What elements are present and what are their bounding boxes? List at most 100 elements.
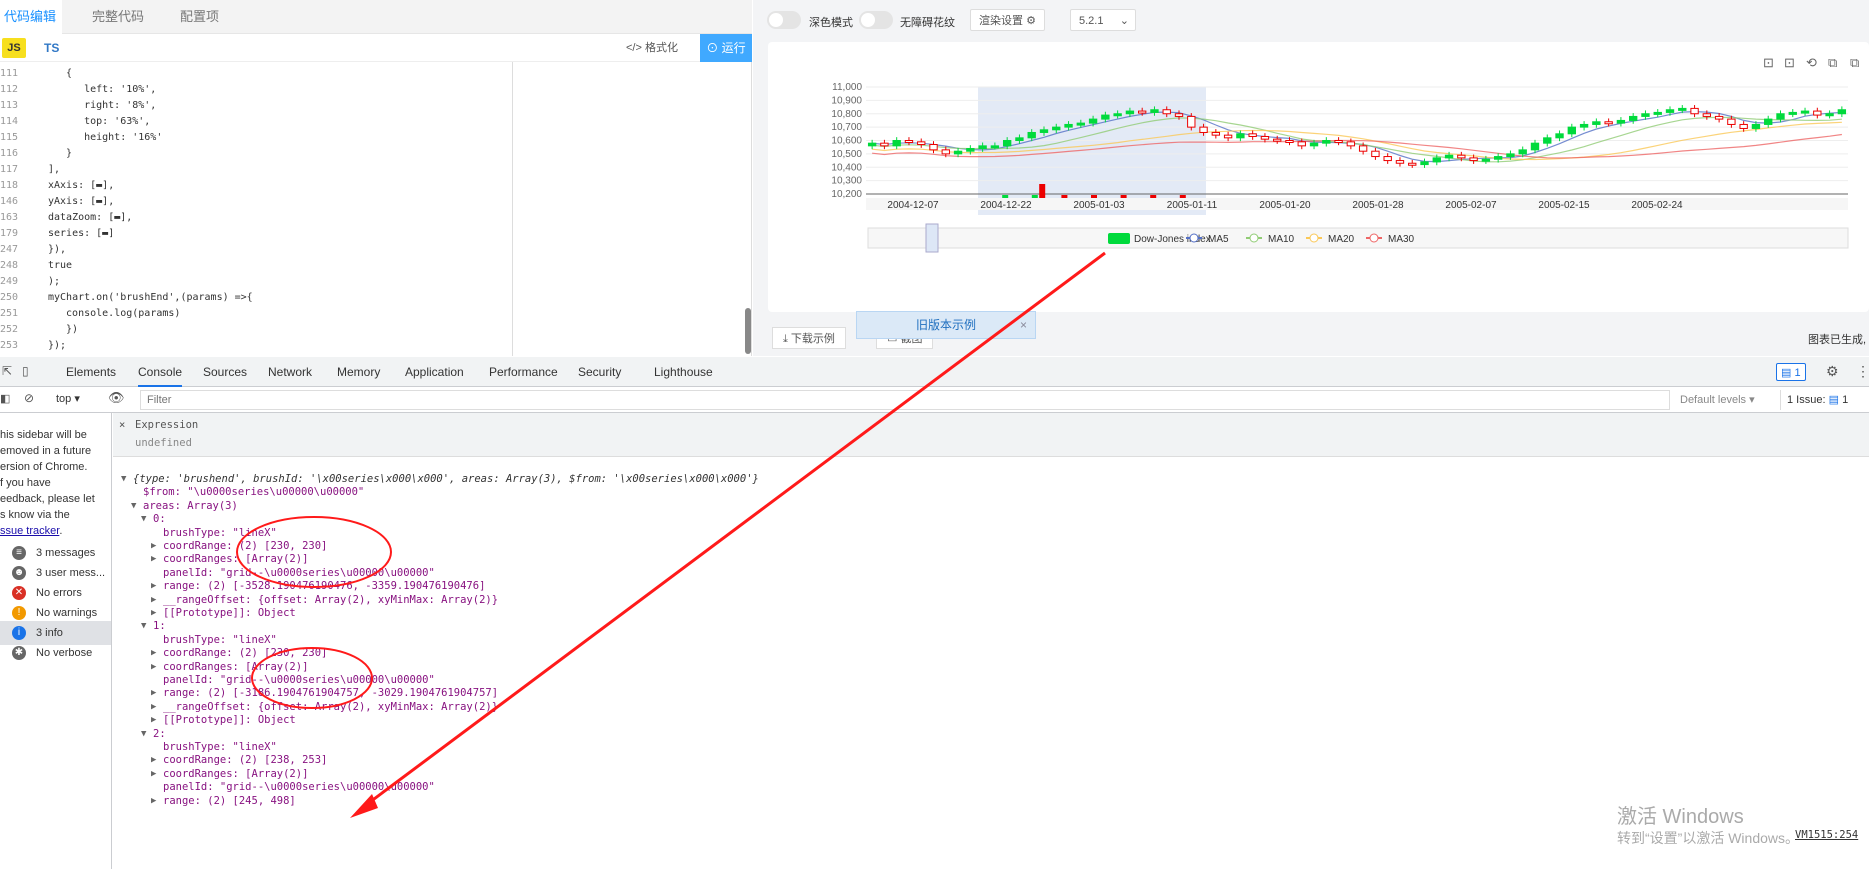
device-icon[interactable]: ▯ <box>22 364 29 378</box>
info-icon: i <box>12 626 26 640</box>
code-line: 114 top: '63%', <box>0 114 512 130</box>
expand-arrow-icon[interactable]: ▶ <box>151 595 156 605</box>
expand-arrow-icon[interactable]: ▼ <box>141 729 146 739</box>
expression-label[interactable]: Expression <box>135 419 198 431</box>
console-line: coordRange: (2) [230, 230] <box>163 647 328 660</box>
expand-arrow-icon[interactable]: ▼ <box>121 474 126 484</box>
expand-arrow-icon[interactable]: ▶ <box>151 769 156 779</box>
zoom-reset-icon[interactable]: ⊡ <box>1784 55 1795 71</box>
legend-label: MA5 <box>1208 234 1229 245</box>
legend-label: Dow-Jones index <box>1134 234 1211 245</box>
issue-tracker-link[interactable]: ssue tracker <box>0 525 59 537</box>
format-button[interactable]: </> 格式化 <box>626 38 678 58</box>
version-select[interactable]: 5.2.1 ⌄ <box>1070 9 1136 31</box>
console-line: panelId: "grid--\u0000series\u00000\u000… <box>163 674 435 686</box>
candle-body <box>1825 113 1834 117</box>
render-settings-label: 渲染设置 <box>979 15 1023 27</box>
tab-full-code[interactable]: 完整代码 <box>92 0 144 34</box>
source-link[interactable]: VM1515:254 <box>1795 829 1858 841</box>
line-text: { <box>54 68 73 79</box>
chart-container[interactable]: 11,000 10,900 10,800 10,700 10,600 10,500 10,4… <box>768 42 1869 312</box>
line-number: 250 <box>0 292 19 303</box>
close-icon[interactable]: × <box>119 419 125 431</box>
devtools-tabs: ⇱ ▯ Elements Console Sources Network Mem… <box>0 357 1869 387</box>
expand-arrow-icon[interactable]: ▶ <box>151 688 156 698</box>
x-tick-label: 2005-02-15 <box>1538 200 1590 211</box>
settings-icon[interactable]: ⚙ <box>1826 363 1839 380</box>
candle-body <box>1309 142 1319 147</box>
run-button[interactable]: ⊙ 运行 <box>700 34 752 62</box>
candle-body <box>1002 140 1012 147</box>
filter-input[interactable] <box>140 390 1670 410</box>
windows-activation-title: 激活 Windows <box>1617 806 1744 828</box>
more-icon[interactable]: ⋮ <box>1856 363 1869 380</box>
legend-marker <box>1369 233 1379 243</box>
candle-body <box>1604 121 1613 125</box>
render-settings-button[interactable]: 渲染设置 ⚙ <box>970 9 1045 31</box>
brush-icon[interactable]: ⧉ <box>1850 55 1859 71</box>
candle-body <box>1444 154 1454 159</box>
expand-arrow-icon[interactable]: ▼ <box>131 501 136 511</box>
old-example-banner[interactable]: 旧版本示例 × <box>856 311 1036 339</box>
y-tick-label: 10,300 <box>831 176 862 187</box>
inspect-icon[interactable]: ⇱ <box>2 364 12 378</box>
console-line: 2: <box>153 727 166 740</box>
eye-icon[interactable]: 👁 <box>108 390 125 406</box>
restore-icon[interactable]: ⟲ <box>1806 55 1817 71</box>
context-select[interactable]: top ▾ <box>56 392 80 405</box>
issues-button[interactable]: 1 Issue: ▤ 1 <box>1780 390 1854 410</box>
console-toolbar: ◧ ⊘ top ▾ 👁 Default levels ▾ 1 Issue: ▤ … <box>0 387 1869 413</box>
expand-arrow-icon[interactable]: ▶ <box>151 581 156 591</box>
ts-toggle[interactable]: TS <box>44 38 59 58</box>
expand-arrow-icon[interactable]: ▶ <box>151 702 156 712</box>
expand-arrow-icon[interactable]: ▶ <box>151 662 156 672</box>
code-area[interactable]: 111 {112 left: '10%', 113 right: '8%', 114… <box>0 62 745 356</box>
zoom-icon[interactable]: ⊡ <box>1763 55 1774 71</box>
expand-arrow-icon[interactable]: ▶ <box>151 541 156 551</box>
code-line: 249); <box>0 274 512 290</box>
candle-body <box>1555 133 1564 139</box>
tab-security[interactable]: Security <box>578 357 621 387</box>
expand-arrow-icon[interactable]: ▶ <box>151 796 156 806</box>
editor-tabs: 代码编辑 完整代码 配置项 <box>0 0 752 34</box>
y-tick-label: 10,400 <box>831 162 862 173</box>
tab-application[interactable]: Application <box>405 357 464 387</box>
download-button[interactable]: ⤓ 下载示例 <box>772 327 846 349</box>
candle-body <box>1052 126 1061 131</box>
tab-elements[interactable]: Elements <box>66 357 116 387</box>
expand-arrow-icon[interactable]: ▶ <box>151 554 156 564</box>
line-text: left: '10%', <box>60 84 157 95</box>
console-line: brushType: "lineX" <box>163 633 277 646</box>
messages-badge[interactable]: ▤ 1 <box>1776 363 1806 381</box>
tab-console[interactable]: Console <box>138 357 183 387</box>
candle-body <box>1334 140 1343 143</box>
sidebar-toggle-icon[interactable]: ◧ <box>0 392 10 405</box>
tab-options[interactable]: 配置项 <box>180 0 219 34</box>
console-line: areas: Array(3) <box>143 499 238 512</box>
tab-memory[interactable]: Memory <box>337 357 380 387</box>
default-levels-select[interactable]: Default levels ▾ <box>1680 393 1755 406</box>
tab-lighthouse[interactable]: Lighthouse <box>654 357 713 387</box>
accessible-toggle[interactable] <box>859 11 893 29</box>
brush-rect-icon[interactable]: ⧉ <box>1828 55 1837 71</box>
sidebar-item[interactable]: ✱ No verbose <box>0 641 111 665</box>
tab-code-edit[interactable]: 代码编辑 <box>0 0 62 34</box>
expand-arrow-icon[interactable]: ▶ <box>151 755 156 765</box>
expand-arrow-icon[interactable]: ▼ <box>141 621 146 631</box>
expand-arrow-icon[interactable]: ▶ <box>151 608 156 618</box>
chart-svg[interactable]: 11,000 10,900 10,800 10,700 10,600 10,500 10,4… <box>768 42 1869 312</box>
candle-body <box>1113 113 1122 117</box>
expand-arrow-icon[interactable]: ▶ <box>151 715 156 725</box>
tab-network[interactable]: Network <box>268 357 312 387</box>
console-line: {type: 'brushend', brushId: '\x00series\… <box>133 473 759 485</box>
js-toggle[interactable]: JS <box>2 38 26 58</box>
expand-arrow-icon[interactable]: ▶ <box>151 648 156 658</box>
expand-arrow-icon[interactable]: ▼ <box>141 514 146 524</box>
dark-mode-toggle[interactable] <box>767 11 801 29</box>
tab-sources[interactable]: Sources <box>203 357 247 387</box>
close-icon[interactable]: × <box>1020 312 1027 338</box>
editor-scrollbar[interactable] <box>745 308 751 354</box>
clear-icon[interactable]: ⊘ <box>24 391 34 405</box>
code-line: 115 height: '16%' <box>0 130 512 146</box>
tab-performance[interactable]: Performance <box>489 357 558 387</box>
